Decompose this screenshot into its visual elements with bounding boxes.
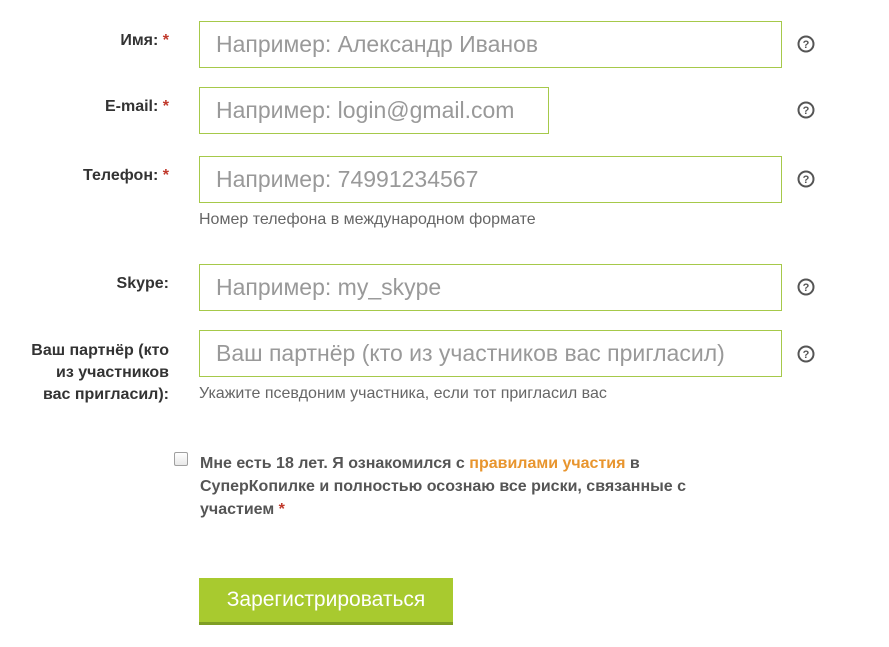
question-circle-icon[interactable]: ? xyxy=(797,278,815,296)
required-mark: * xyxy=(278,501,285,518)
registration-form: Имя: * ? E-mail: * ? Телефон: * ? Номер … xyxy=(0,0,889,647)
partner-label-line: Ваш партнёр (кто xyxy=(31,342,169,359)
svg-text:?: ? xyxy=(803,39,810,51)
agreement-text-end: в xyxy=(625,455,640,472)
question-circle-icon[interactable]: ? xyxy=(797,345,815,363)
question-circle-icon[interactable]: ? xyxy=(797,170,815,188)
svg-text:?: ? xyxy=(803,105,810,117)
phone-label-text: Телефон: xyxy=(83,167,159,184)
question-circle-icon[interactable]: ? xyxy=(797,35,815,53)
partner-hint: Укажите псевдоним участника, если тот пр… xyxy=(199,385,607,402)
partner-label-line: вас пригласил): xyxy=(42,386,169,403)
question-circle-icon[interactable]: ? xyxy=(797,101,815,119)
required-mark: * xyxy=(162,32,169,49)
phone-hint: Номер телефона в международном формате xyxy=(199,211,536,228)
svg-text:?: ? xyxy=(803,174,810,186)
partner-label-line: из участников xyxy=(56,364,169,381)
skype-label: Skype: xyxy=(117,273,169,295)
agreement-text-start: Мне есть 18 лет. Я ознакомился с xyxy=(200,455,470,472)
svg-text:?: ? xyxy=(803,282,810,294)
name-label: Имя: * xyxy=(120,30,169,52)
email-input[interactable] xyxy=(199,87,549,134)
email-label-text: E-mail: xyxy=(104,98,159,115)
required-mark: * xyxy=(162,98,169,115)
partner-label: Ваш партнёр (кто из участников вас пригл… xyxy=(31,340,169,406)
skype-label-text: Skype: xyxy=(116,275,169,292)
agreement-line: участием * xyxy=(200,498,770,521)
agree-checkbox[interactable] xyxy=(174,452,188,466)
required-mark: * xyxy=(162,167,169,184)
rules-link[interactable]: правилами участия xyxy=(469,455,625,472)
agreement-line: СуперКопилке и полностью осознаю все рис… xyxy=(200,478,687,495)
name-label-text: Имя: xyxy=(120,32,159,49)
agreement-text: Мне есть 18 лет. Я ознакомился с правила… xyxy=(200,452,770,521)
partner-input[interactable] xyxy=(199,330,782,377)
agreement-text-last: участием xyxy=(200,501,279,518)
agreement-line: Мне есть 18 лет. Я ознакомился с правила… xyxy=(200,452,770,475)
skype-input[interactable] xyxy=(199,264,782,311)
phone-label: Телефон: * xyxy=(83,165,169,187)
name-input[interactable] xyxy=(199,21,782,68)
register-button[interactable]: Зарегистрироваться xyxy=(199,578,453,625)
email-label: E-mail: * xyxy=(105,96,169,118)
svg-text:?: ? xyxy=(803,349,810,361)
phone-input[interactable] xyxy=(199,156,782,203)
